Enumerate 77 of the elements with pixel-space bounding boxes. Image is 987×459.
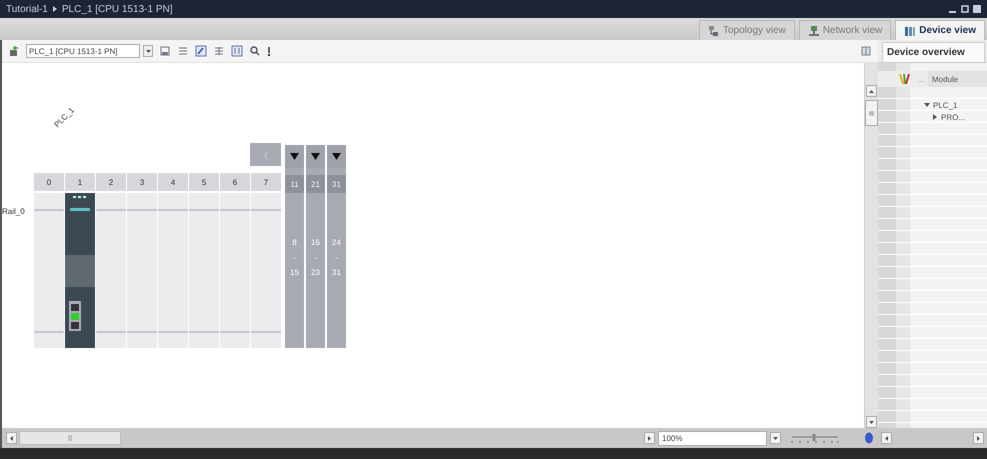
range-end: 31	[332, 268, 341, 277]
cpu-module-drawing[interactable]	[65, 193, 95, 348]
table-icon[interactable]	[231, 45, 243, 57]
expand-button[interactable]	[285, 145, 304, 168]
tree-item-label[interactable]: PRO...	[941, 112, 966, 122]
caret-up-icon	[868, 88, 875, 94]
expand-button[interactable]	[306, 145, 325, 168]
scroll-left-button[interactable]	[6, 432, 17, 444]
expanded-arrow-icon[interactable]	[924, 102, 930, 108]
device-select-field[interactable]: PLC_1 [CPU 1513-1 PN]	[26, 44, 140, 58]
range-end: 15	[290, 268, 299, 277]
scroll-thumb[interactable]	[19, 431, 121, 445]
range-start: 8	[292, 238, 297, 247]
breadcrumb-item: Tutorial-1	[6, 4, 48, 14]
range-end: 23	[311, 268, 320, 277]
grid-icon[interactable]	[213, 45, 225, 57]
device-overview-tab[interactable]: Device overview	[882, 42, 985, 62]
panel-icon[interactable]	[860, 45, 872, 57]
slot-number: 3	[127, 173, 157, 191]
tree-item-label[interactable]: PLC_1	[933, 100, 958, 110]
grip-icon	[68, 435, 72, 441]
collapsed-arrow-icon[interactable]	[932, 114, 938, 120]
edit-icon[interactable]	[195, 45, 207, 57]
caret-down-icon	[868, 418, 875, 426]
topology-icon	[708, 24, 720, 36]
slider-thumb[interactable]	[812, 434, 816, 441]
device-icon	[904, 24, 916, 36]
zoom-slider[interactable]	[790, 432, 840, 444]
scroll-up-button[interactable]	[866, 85, 877, 97]
zoom-icon[interactable]	[249, 45, 261, 57]
caret-left-icon	[8, 434, 15, 442]
triangle-down-icon	[332, 153, 341, 160]
expand-button[interactable]	[327, 145, 346, 168]
range-separator: -	[335, 253, 338, 262]
restore-icon[interactable]	[961, 5, 969, 13]
scroll-thumb[interactable]	[865, 100, 878, 126]
triangle-down-icon	[290, 153, 299, 160]
expansion-header: 31	[327, 175, 346, 193]
caret-right-icon	[975, 434, 982, 442]
rail-label: Rail_0	[2, 207, 26, 216]
save-icon[interactable]	[159, 45, 171, 57]
dropdown-button[interactable]	[143, 45, 153, 57]
view-tab[interactable]: Device view	[895, 20, 985, 40]
chevron-right-icon	[52, 6, 57, 12]
column-header: Module	[928, 71, 987, 87]
slot-number: 0	[34, 173, 64, 191]
window-title: PLC_1 [CPU 1513-1 PN]	[62, 4, 172, 14]
range-separator: -	[314, 253, 317, 262]
range-start: 24	[332, 238, 341, 247]
exclamation-icon[interactable]	[267, 45, 271, 57]
grip-icon	[869, 110, 874, 116]
zoom-field[interactable]: 100%	[658, 430, 767, 446]
scroll-right-button[interactable]	[973, 432, 984, 444]
device-add-icon[interactable]	[8, 45, 20, 57]
triangle-down-icon	[311, 153, 320, 160]
slot-number: 7	[251, 173, 281, 191]
scroll-down-button[interactable]	[866, 416, 877, 428]
slot-number: 6	[220, 173, 250, 191]
expansion-header: 11	[285, 175, 304, 193]
scroll-right-button[interactable]	[644, 432, 655, 444]
slot-number: 4	[158, 173, 188, 191]
range-start: 16	[311, 238, 320, 247]
column-header: ...	[916, 74, 926, 86]
module-type-icon	[899, 73, 911, 85]
list-icon[interactable]	[177, 45, 189, 57]
slot-number: 2	[96, 173, 126, 191]
caret-left-icon	[883, 434, 890, 442]
caret-right-icon	[646, 434, 653, 442]
dropdown-button[interactable]	[770, 432, 781, 444]
caret-down-icon	[772, 434, 779, 442]
slot-number: 5	[189, 173, 219, 191]
network-icon	[808, 24, 820, 36]
slot-number: 1	[65, 173, 95, 191]
range-separator: -	[293, 253, 296, 262]
expansion-header: 21	[306, 175, 325, 193]
scroll-left-button[interactable]	[881, 432, 892, 444]
caret-down-icon	[144, 48, 152, 54]
